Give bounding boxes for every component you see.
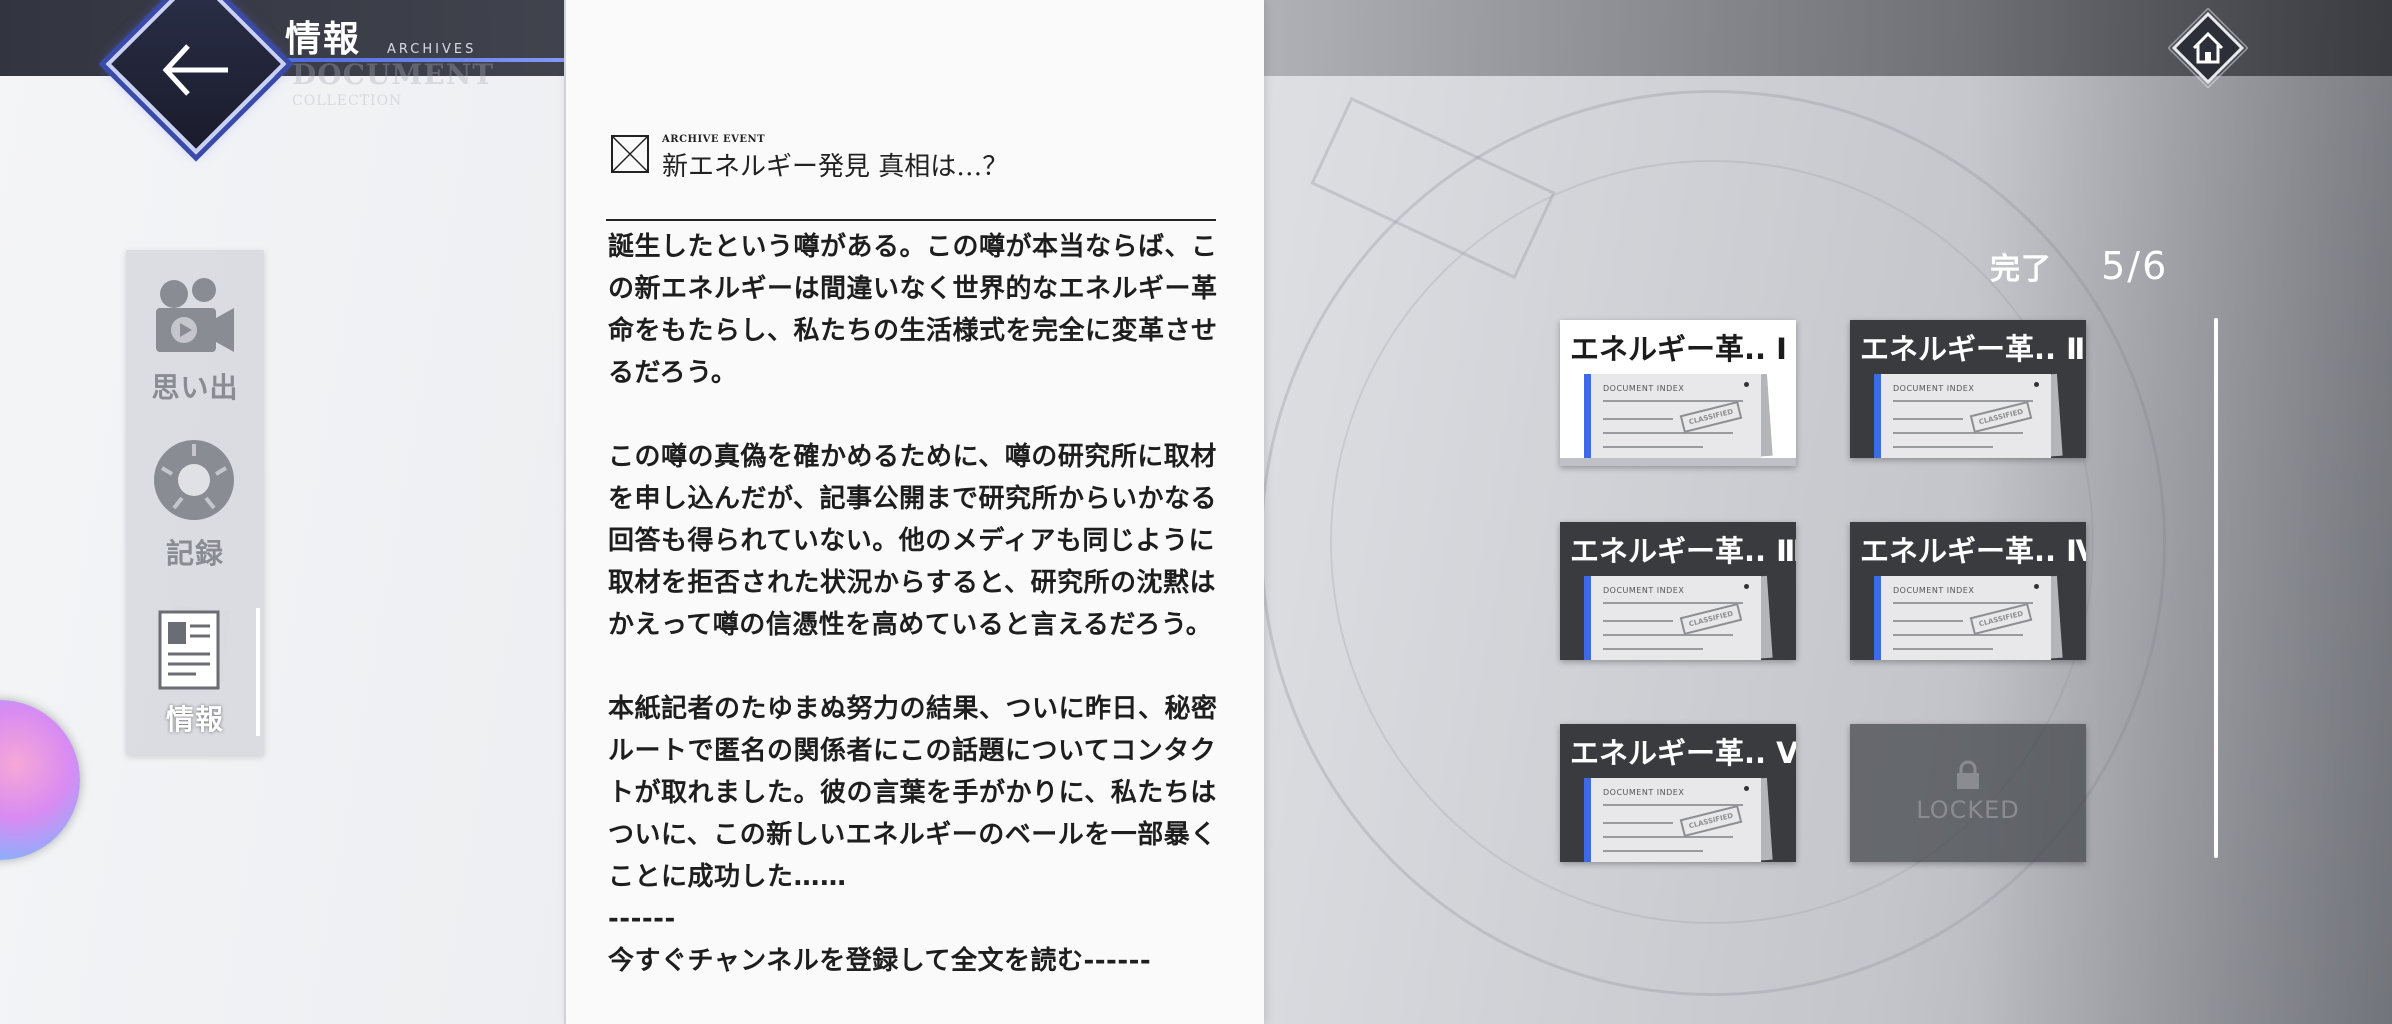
- archive-card[interactable]: エネルギー革.. Ⅱ DOCUMENT INDEX CLASSIFIED: [1850, 320, 2086, 458]
- ghost-title: DOCUMENT COLLECTION: [292, 61, 494, 114]
- card-paper-header: DOCUMENT INDEX: [1893, 384, 1975, 393]
- card-paper-line: [1893, 432, 2023, 434]
- archive-card[interactable]: エネルギー革.. Ⅴ DOCUMENT INDEX CLASSIFIED: [1560, 724, 1796, 862]
- document-paragraph: 誕生したという噂がある。この噂が本当ならば、この新エネルギーは間違いなく世界的な…: [608, 232, 1218, 388]
- card-paper-dot: [1744, 382, 1749, 387]
- progress-value: 5/6: [2101, 244, 2169, 288]
- card-paper-line: [1603, 822, 1673, 824]
- classified-stamp: CLASSIFIED: [1679, 401, 1743, 433]
- completion-progress: 完了 5/6: [1990, 244, 2168, 288]
- card-paper-header: DOCUMENT INDEX: [1603, 384, 1685, 393]
- document-paragraph: この噂の真偽を確かめるために、噂の研究所に取材を申し込んだが、記事公開まで研究所…: [608, 442, 1217, 640]
- card-paper-line: [1893, 648, 1993, 650]
- side-expand-button[interactable]: [0, 700, 80, 860]
- classified-stamp: CLASSIFIED: [1679, 603, 1743, 635]
- card-paper-line: [1893, 602, 2033, 604]
- card-paper-line: [1603, 634, 1733, 636]
- document-footer-link[interactable]: 今すぐチャンネルを登録して全文を読む------: [608, 940, 1228, 982]
- document-event-label: ARCHIVE EVENT: [662, 134, 766, 145]
- card-paper-dot: [1744, 584, 1749, 589]
- document-title: 新エネルギー発見 真相は…？: [662, 152, 1009, 182]
- archive-card-title: エネルギー革.. Ⅴ: [1570, 736, 1796, 770]
- ghost-title-main: DOCUMENT: [292, 58, 495, 91]
- card-paper-line: [1603, 836, 1733, 838]
- side-menu-active-indicator: [256, 608, 260, 736]
- video-camera-icon: [156, 278, 234, 352]
- home-icon: [2168, 8, 2248, 88]
- classified-stamp: CLASSIFIED: [1969, 603, 2033, 635]
- card-paper-dot: [2034, 382, 2039, 387]
- side-menu: 思い出 記録 情報: [126, 250, 264, 755]
- card-paper-line: [1893, 620, 1963, 622]
- card-paper-line: [1893, 418, 1963, 420]
- home-button[interactable]: [2168, 8, 2248, 88]
- record-disc-icon: [154, 440, 234, 520]
- card-paper-line: [1603, 602, 1743, 604]
- archive-card[interactable]: エネルギー革.. Ⅳ DOCUMENT INDEX CLASSIFIED: [1850, 522, 2086, 660]
- side-item-label: 情報: [165, 703, 224, 736]
- archive-card[interactable]: エネルギー革.. Ⅲ DOCUMENT INDEX CLASSIFIED: [1560, 522, 1796, 660]
- card-document-thumbnail: DOCUMENT INDEX CLASSIFIED: [1584, 374, 1761, 458]
- document-paragraph: 本紙記者のたゆまぬ努力の結果、ついに昨日、秘密ルートで匿名の関係者にこの話題につ…: [608, 694, 1218, 892]
- card-paper-dot: [1744, 786, 1749, 791]
- archive-event-icon: [611, 135, 649, 173]
- page-title: 情報 ARCHIVES: [285, 10, 473, 62]
- card-document-thumbnail: DOCUMENT INDEX CLASSIFIED: [1874, 374, 2051, 458]
- document-separator: ------: [608, 904, 676, 934]
- card-list-scrollbar[interactable]: [2214, 318, 2218, 858]
- document-stack-icon: [158, 605, 230, 690]
- card-paper-line: [1603, 400, 1743, 402]
- card-paper-line: [1603, 446, 1703, 448]
- card-paper-header: DOCUMENT INDEX: [1603, 788, 1685, 797]
- classified-stamp: CLASSIFIED: [1679, 805, 1743, 837]
- locked-label: LOCKED: [1916, 796, 2020, 824]
- card-paper-line: [1603, 620, 1673, 622]
- card-paper-line: [1893, 400, 2033, 402]
- card-paper-line: [1603, 418, 1673, 420]
- archive-card-title: エネルギー革.. Ⅱ: [1860, 332, 2086, 366]
- page-subtitle: ARCHIVES: [387, 42, 477, 57]
- card-paper-line: [1603, 804, 1743, 806]
- card-document-thumbnail: DOCUMENT INDEX CLASSIFIED: [1874, 576, 2051, 660]
- card-paper-header: DOCUMENT INDEX: [1893, 586, 1975, 595]
- side-item-label: 思い出: [151, 371, 239, 404]
- document-divider: [606, 219, 1216, 221]
- card-paper-line: [1893, 446, 1993, 448]
- card-paper-line: [1893, 634, 2023, 636]
- side-item-info[interactable]: 情報: [126, 592, 264, 752]
- card-paper-line: [1603, 648, 1703, 650]
- archive-card[interactable]: エネルギー革.. Ⅰ DOCUMENT INDEX CLASSIFIED: [1560, 320, 1796, 466]
- back-arrow-icon: [162, 44, 228, 96]
- lock-icon: [1957, 760, 1979, 789]
- archive-card-title: エネルギー革.. Ⅳ: [1860, 534, 2086, 568]
- side-item-records[interactable]: 記録: [126, 426, 264, 586]
- card-paper-line: [1603, 850, 1703, 852]
- ghost-title-sub: COLLECTION: [292, 93, 403, 109]
- card-document-thumbnail: DOCUMENT INDEX CLASSIFIED: [1584, 576, 1761, 660]
- archive-card-title: エネルギー革.. Ⅰ: [1570, 332, 1787, 366]
- archive-card-locked: LOCKED: [1850, 724, 2086, 862]
- progress-label: 完了: [1990, 252, 2052, 287]
- card-paper-line: [1603, 432, 1733, 434]
- document-body: 誕生したという噂がある。この噂が本当ならば、この新エネルギーは間違いなく世界的な…: [608, 226, 1228, 982]
- card-paper-header: DOCUMENT INDEX: [1603, 586, 1685, 595]
- side-item-memories[interactable]: 思い出: [126, 260, 264, 420]
- background-shade: [1972, 0, 2392, 1024]
- page-title-text: 情報: [285, 19, 362, 60]
- document-panel: ARCHIVE EVENT 新エネルギー発見 真相は…？ 誕生したという噂がある…: [564, 0, 1264, 1024]
- archive-card-title: エネルギー革.. Ⅲ: [1570, 534, 1796, 568]
- side-item-label: 記録: [165, 537, 224, 570]
- card-document-thumbnail: DOCUMENT INDEX CLASSIFIED: [1584, 778, 1761, 862]
- card-paper-dot: [2034, 584, 2039, 589]
- classified-stamp: CLASSIFIED: [1969, 401, 2033, 433]
